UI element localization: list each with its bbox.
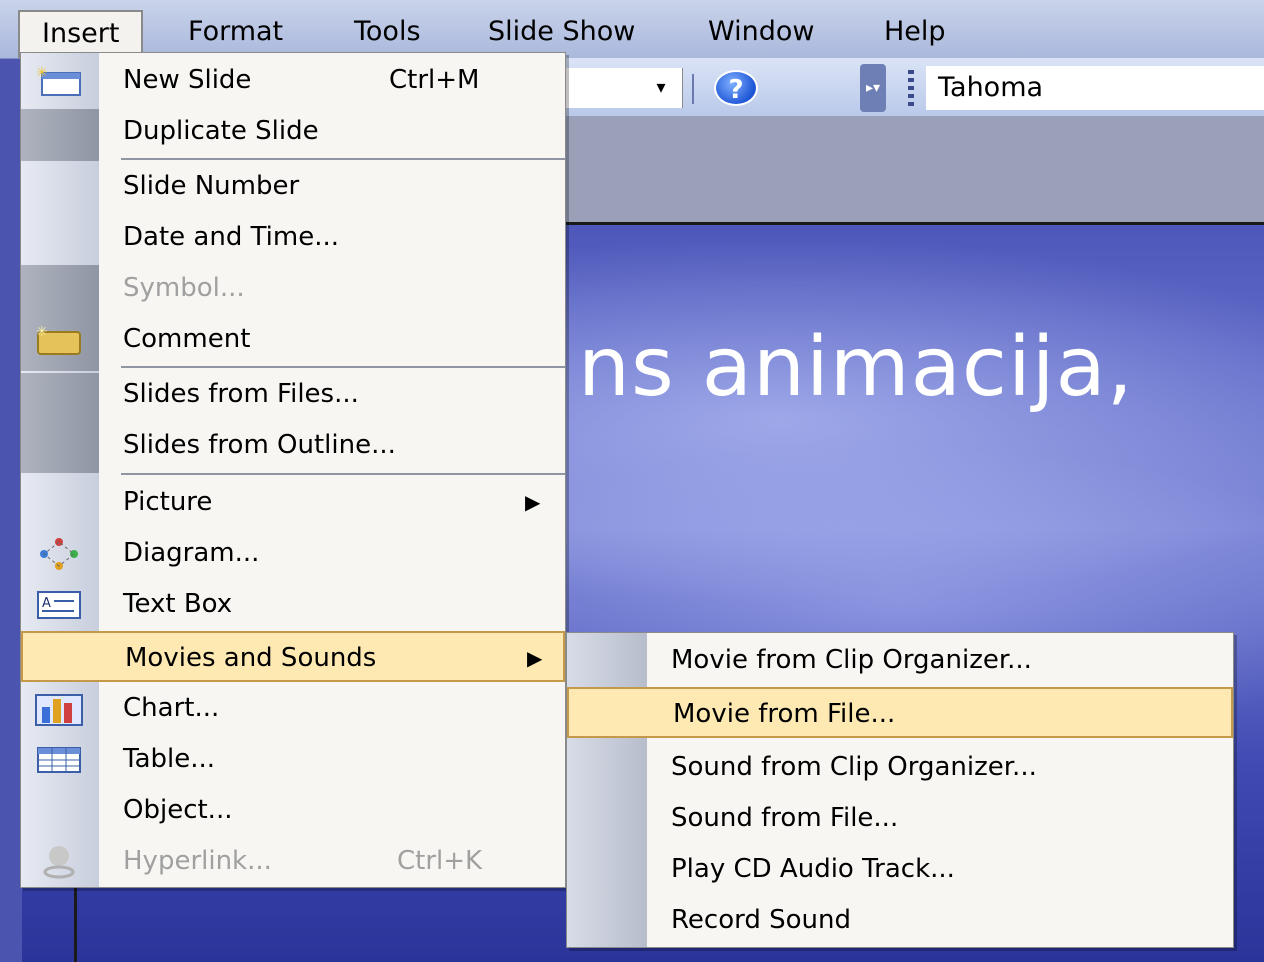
menu-item-chart[interactable]: Chart... bbox=[21, 683, 565, 734]
menu-item-label: New Slide bbox=[123, 65, 252, 95]
svg-text:✳: ✳ bbox=[36, 324, 48, 340]
table-icon bbox=[33, 742, 85, 778]
menu-item-text-box[interactable]: A Text Box bbox=[21, 579, 565, 630]
menu-item-record-sound[interactable]: Record Sound bbox=[567, 895, 1233, 946]
chart-icon bbox=[33, 691, 85, 727]
toolbar-separator bbox=[692, 74, 694, 104]
menu-item-comment[interactable]: ✳ Comment bbox=[21, 314, 565, 365]
toolbar-options-icon[interactable]: ▸▾ bbox=[860, 64, 886, 112]
slide-title-text[interactable]: ns animacija, bbox=[578, 320, 1134, 415]
menu-window-label: Window bbox=[708, 16, 815, 47]
hyperlink-icon bbox=[33, 844, 85, 880]
menu-separator bbox=[121, 366, 565, 368]
svg-text:✳: ✳ bbox=[36, 65, 48, 81]
menu-item-label: Symbol... bbox=[123, 273, 245, 303]
menu-format[interactable]: Format bbox=[188, 10, 283, 54]
menu-item-label: Sound from File... bbox=[671, 803, 899, 833]
shortcut-label: Ctrl+K bbox=[397, 846, 483, 876]
menu-item-label: Movies and Sounds bbox=[125, 643, 377, 673]
submenu-arrow-icon: ▶ bbox=[525, 490, 541, 514]
formatting-toolbar: ▾ ? ▸▾ Tahoma bbox=[560, 58, 1264, 116]
menu-item-label: Duplicate Slide bbox=[123, 116, 319, 146]
menu-item-sound-from-file[interactable]: Sound from File... bbox=[567, 793, 1233, 844]
menu-item-diagram[interactable]: Diagram... bbox=[21, 528, 565, 579]
menu-item-duplicate-slide[interactable]: Duplicate Slide bbox=[21, 106, 565, 157]
menu-item-label: Slides from Outline... bbox=[123, 430, 396, 460]
menu-item-label: Slides from Files... bbox=[123, 379, 359, 409]
menu-item-movie-from-clip-organizer[interactable]: Movie from Clip Organizer... bbox=[567, 635, 1233, 686]
menu-item-label: Movie from File... bbox=[673, 699, 896, 729]
menu-item-label: Picture bbox=[123, 487, 213, 517]
menu-bar: Insert Format Tools Slide Show Window He… bbox=[0, 0, 1264, 59]
menu-insert[interactable]: Insert bbox=[18, 10, 144, 58]
comment-icon: ✳ bbox=[33, 322, 85, 358]
menu-item-label: Record Sound bbox=[671, 905, 851, 935]
menu-help-label: Help bbox=[884, 16, 946, 47]
font-name-input[interactable]: Tahoma bbox=[926, 66, 1264, 110]
menu-item-symbol[interactable]: Symbol... bbox=[21, 263, 565, 314]
diagram-icon bbox=[33, 536, 85, 572]
menu-item-movie-from-file[interactable]: Movie from File... bbox=[567, 687, 1233, 738]
menu-tools-label: Tools bbox=[354, 16, 421, 47]
toolbar-grip-handle[interactable] bbox=[908, 70, 914, 106]
help-icon[interactable]: ? bbox=[714, 70, 758, 106]
chevron-down-icon[interactable]: ▾ bbox=[646, 72, 676, 104]
menu-separator bbox=[121, 473, 565, 475]
insert-menu: ✳ New Slide Ctrl+M Duplicate Slide Slide… bbox=[20, 52, 566, 888]
new-slide-icon: ✳ bbox=[33, 63, 85, 99]
menu-separator bbox=[121, 158, 565, 160]
menu-item-label: Object... bbox=[123, 795, 233, 825]
menu-tools[interactable]: Tools bbox=[354, 10, 421, 54]
menu-item-movies-and-sounds[interactable]: Movies and Sounds ▶ bbox=[21, 631, 565, 682]
shortcut-label: Ctrl+M bbox=[389, 65, 480, 95]
menu-slide-show-label: Slide Show bbox=[488, 16, 636, 47]
menu-format-label: Format bbox=[188, 16, 284, 47]
menu-slide-show[interactable]: Slide Show bbox=[488, 10, 635, 54]
menu-item-label: Play CD Audio Track... bbox=[671, 854, 955, 884]
menu-item-label: Slide Number bbox=[123, 171, 300, 201]
menu-item-label: Text Box bbox=[123, 589, 233, 619]
submenu-arrow-icon: ▶ bbox=[527, 646, 543, 670]
text-box-icon: A bbox=[33, 587, 85, 623]
menu-help[interactable]: Help bbox=[884, 10, 946, 54]
menu-item-slides-from-outline[interactable]: Slides from Outline... bbox=[21, 420, 565, 471]
menu-item-sound-from-clip-organizer[interactable]: Sound from Clip Organizer... bbox=[567, 742, 1233, 793]
window-left-edge bbox=[0, 0, 22, 962]
menu-item-object[interactable]: Object... bbox=[21, 785, 565, 836]
menu-item-label: Chart... bbox=[123, 693, 220, 723]
slide-pane-border bbox=[74, 880, 77, 962]
menu-item-date-time[interactable]: Date and Time... bbox=[21, 212, 565, 263]
menu-item-label: Date and Time... bbox=[123, 222, 340, 252]
menu-item-table[interactable]: Table... bbox=[21, 734, 565, 785]
svg-text:A: A bbox=[42, 596, 51, 611]
menu-item-label: Hyperlink... bbox=[123, 846, 272, 876]
menu-item-new-slide[interactable]: ✳ New Slide Ctrl+M bbox=[21, 55, 565, 106]
menu-item-label: Movie from Clip Organizer... bbox=[671, 645, 1032, 675]
movies-and-sounds-submenu: Movie from Clip Organizer... Movie from … bbox=[566, 632, 1234, 948]
menu-item-label: Sound from Clip Organizer... bbox=[671, 752, 1037, 782]
menu-item-picture[interactable]: Picture ▶ bbox=[21, 477, 565, 528]
menu-insert-label: Insert bbox=[42, 18, 120, 49]
menu-item-label: Comment bbox=[123, 324, 251, 354]
menu-item-play-cd-audio-track[interactable]: Play CD Audio Track... bbox=[567, 844, 1233, 895]
menu-item-hyperlink[interactable]: Hyperlink... Ctrl+K bbox=[21, 836, 565, 887]
menu-item-label: Table... bbox=[123, 744, 216, 774]
menu-window[interactable]: Window bbox=[708, 10, 814, 54]
menu-item-slides-from-files[interactable]: Slides from Files... bbox=[21, 369, 565, 420]
menu-item-label: Diagram... bbox=[123, 538, 260, 568]
menu-item-slide-number[interactable]: Slide Number bbox=[21, 161, 565, 212]
